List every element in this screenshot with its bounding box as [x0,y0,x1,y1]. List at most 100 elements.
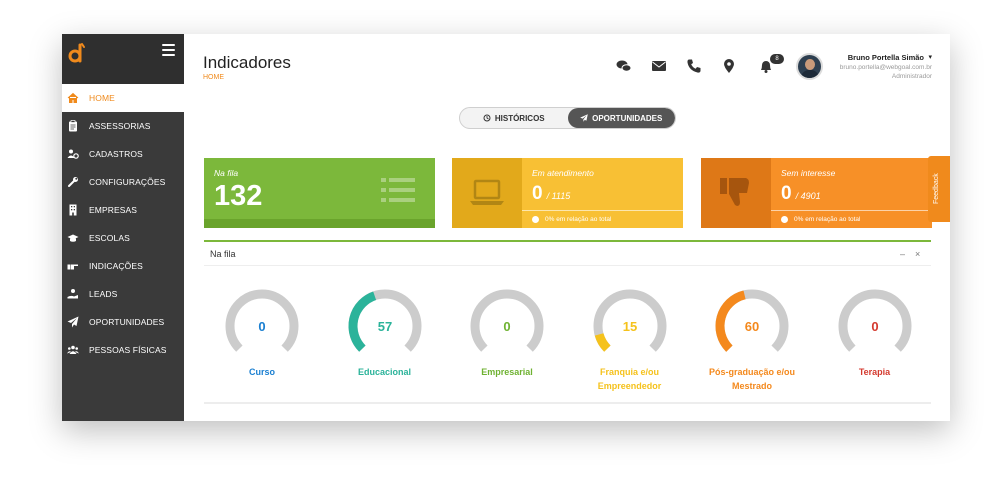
na-fila-panel: Na fila – × 0 Curso 57 Educacional 0 Empresar… [204,240,931,404]
gauge-value: 60 [745,319,759,334]
gauge-chart: 57 [348,289,421,352]
card-percent: 0% em relação ao total [781,216,860,223]
page-title: Indicadores [203,53,291,72]
sidebar-item-label: CONFIGURAÇÕES [89,177,166,187]
panel-title: Na fila [204,242,931,266]
laptop-icon [470,179,504,205]
app-window: HOME ASSESSORIAS CADASTROS CONFIGURAÇÕES… [62,34,950,421]
gauge-label: Pós-graduação e/ou Mestrado [708,367,796,391]
gauge-value: 57 [377,319,391,334]
card-label: Sem interesse [781,168,836,178]
card-value: 0/ 1115 [532,183,571,204]
gauge-chart: 0 [225,289,299,352]
card-label: Em atendimento [532,168,594,178]
gauge-value: 0 [871,319,878,334]
gauge-fill [715,290,746,352]
gauge: 0 Curso [217,286,307,379]
card-percent: 0% em relação ao total [532,216,611,223]
chevron-down-icon[interactable]: ▾ [928,53,932,61]
user-name[interactable]: Bruno Portella Simão [848,53,924,62]
gauge-value: 0 [258,319,265,334]
sidebar-item-label: EMPRESAS [89,205,138,215]
sidebar-nav: HOME ASSESSORIAS CADASTROS CONFIGURAÇÕES… [62,84,184,364]
card-sem-interesse[interactable]: Sem interesse 0/ 4901 0% em relação ao t… [701,158,932,228]
people-icon [66,344,80,356]
gauge-chart: 60 [715,289,789,352]
list-icon [381,178,415,202]
feedback-tab[interactable]: Feedback [928,156,950,222]
avatar[interactable] [796,53,823,80]
sidebar-item-configuracoes[interactable]: CONFIGURAÇÕES [62,168,184,196]
gauge-label: Educacional [357,367,411,377]
gauge: 60 Pós-graduação e/ou Mestrado [707,286,797,393]
menu-toggle-icon[interactable] [162,44,175,56]
tab-historicos[interactable]: HISTÓRICOS [460,108,568,128]
sidebar: HOME ASSESSORIAS CADASTROS CONFIGURAÇÕES… [62,34,184,421]
sidebar-item-label: LEADS [89,289,118,299]
sidebar-item-assessorias[interactable]: ASSESSORIAS [62,112,184,140]
sidebar-item-label: INDICAÇÕES [89,261,143,271]
sidebar-item-label: PESSOAS FÍSICAS [89,345,167,355]
gauge-chart: 0 [470,289,544,352]
map-pin-icon[interactable] [720,57,738,75]
gauge-label: Empresarial [481,367,533,377]
sidebar-item-label: ESCOLAS [89,233,130,243]
sidebar-item-empresas[interactable]: EMPRESAS [62,196,184,224]
paper-plane-icon [580,114,588,122]
tab-oportunidades[interactable]: OPORTUNIDADES [567,108,675,128]
clipboard-icon [66,120,80,132]
gauge: 15 Franquia e/ou Empreendedor [585,286,675,393]
sidebar-item-label: ASSESSORIAS [89,121,151,131]
sidebar-item-oportunidades[interactable]: OPORTUNIDADES [62,308,184,336]
view-tabs: HISTÓRICOS OPORTUNIDADES [459,107,676,129]
sidebar-header [62,34,184,84]
history-icon [483,114,491,122]
sidebar-item-cadastros[interactable]: CADASTROS [62,140,184,168]
sidebar-item-home[interactable]: HOME [62,84,184,112]
home-icon [66,92,80,104]
sidebar-item-label: HOME [89,93,115,103]
card-em-atendimento[interactable]: Em atendimento 0/ 1115 0% em relação ao … [452,158,683,228]
plus-circle-icon [532,216,539,223]
hand-coin-icon [66,288,80,300]
card-label: Na fila [214,168,239,178]
gauge-label: Franquia e/ou Empreendedor [597,367,662,391]
user-email: bruno.portella@webgoal.com.br [839,64,932,71]
chat-icon[interactable] [615,57,633,75]
gauge-fill [348,291,376,352]
gauge: 0 Empresarial [462,286,552,379]
gauge-chart: 0 [838,289,911,352]
gauge-value: 15 [622,319,636,334]
user-role: Administrador [891,73,932,80]
app-logo[interactable] [68,42,86,64]
sidebar-item-indicacoes[interactable]: INDICAÇÕES [62,252,184,280]
gauge: 0 Terapia [830,286,920,379]
mail-icon[interactable] [650,57,668,75]
close-icon[interactable]: × [915,249,920,259]
phone-icon[interactable] [685,57,703,75]
hand-point-icon [66,260,80,272]
wrench-icon [66,176,80,188]
users-gear-icon [66,148,80,160]
sidebar-item-pessoas-fisicas[interactable]: PESSOAS FÍSICAS [62,336,184,364]
gauge-fill [594,332,611,352]
graduation-cap-icon [66,232,80,244]
building-icon [66,204,80,216]
sidebar-item-label: OPORTUNIDADES [89,317,165,327]
card-value: 132 [214,180,263,212]
paper-plane-icon [66,316,80,328]
gauge-label: Curso [248,367,275,377]
card-na-fila[interactable]: Na fila 132 [204,158,435,228]
plus-circle-icon [781,216,788,223]
card-value: 0/ 4901 [781,183,821,204]
breadcrumb[interactable]: HOME [203,74,224,81]
sidebar-item-label: CADASTROS [89,149,143,159]
thumbs-down-icon [720,178,749,206]
sidebar-item-escolas[interactable]: ESCOLAS [62,224,184,252]
gauge: 57 Educacional [340,286,430,379]
sidebar-item-leads[interactable]: LEADS [62,280,184,308]
gauge-chart: 15 [593,289,666,352]
minimize-icon[interactable]: – [900,249,905,259]
gauge-label: Terapia [858,367,891,377]
gauge-value: 0 [503,319,510,334]
